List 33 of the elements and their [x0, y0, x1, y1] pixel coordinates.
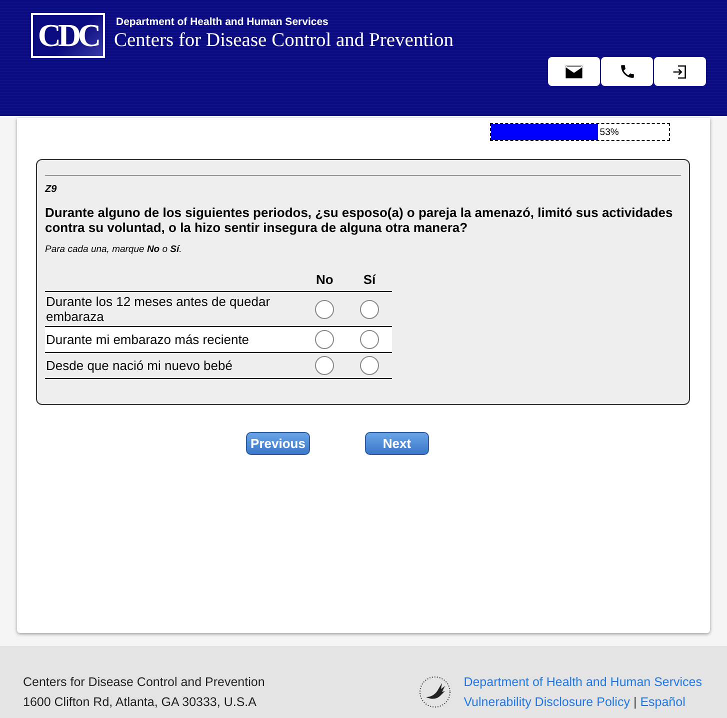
progress-percent: 53% [600, 127, 619, 138]
question-text: Durante alguno de los siguientes periodos, ¿su esposo(a) o pareja la amenazó, limitó sus actividades contra su voluntad, o la hizo sentir insegura de alguna otra manera? [45, 205, 674, 235]
radio-button[interactable] [315, 300, 334, 318]
department-name: Department of Health and Human Services [116, 16, 328, 28]
row-label: Durante los 12 meses antes de quedar embaraza [46, 294, 272, 324]
mail-icon [565, 64, 583, 78]
footer-link[interactable]: Vulnerability Disclosure Policy [464, 695, 630, 709]
row-label: Desde que nació mi nuevo bebé [46, 358, 234, 373]
phone-button[interactable] [601, 57, 653, 86]
footer-link[interactable]: Department of Health and Human Services [464, 675, 702, 689]
cdc-logo: CDC [31, 13, 105, 58]
radio-button[interactable] [315, 330, 334, 349]
next-button[interactable]: Next [365, 432, 429, 455]
instruction-text: Para cada una, marque No o Sí. [45, 244, 183, 255]
eagle-emblem-icon [418, 675, 452, 709]
question-code: Z9 [45, 184, 58, 195]
exit-button[interactable] [654, 57, 706, 86]
radio-button[interactable] [360, 300, 380, 318]
radio-button[interactable] [315, 356, 334, 375]
email-button[interactable] [548, 57, 600, 86]
footer-link[interactable]: Español [640, 695, 686, 709]
column-header: No [302, 267, 348, 292]
previous-button[interactable]: Previous [246, 432, 310, 455]
column-header: Sí [347, 267, 392, 292]
exit-icon [672, 64, 688, 80]
footer-agency: Centers for Disease Control and Prevention [23, 674, 265, 691]
phone-icon [618, 63, 636, 80]
radio-button[interactable] [360, 356, 380, 375]
radio-button[interactable] [360, 330, 380, 349]
row-label: Durante mi embarazo más reciente [46, 332, 250, 347]
link-separator: | [633, 695, 637, 709]
agency-name: Centers for Disease Control and Prevention [114, 30, 454, 52]
footer-address: 1600 Clifton Rd, Atlanta, GA 30333, U.S.A [23, 694, 258, 711]
